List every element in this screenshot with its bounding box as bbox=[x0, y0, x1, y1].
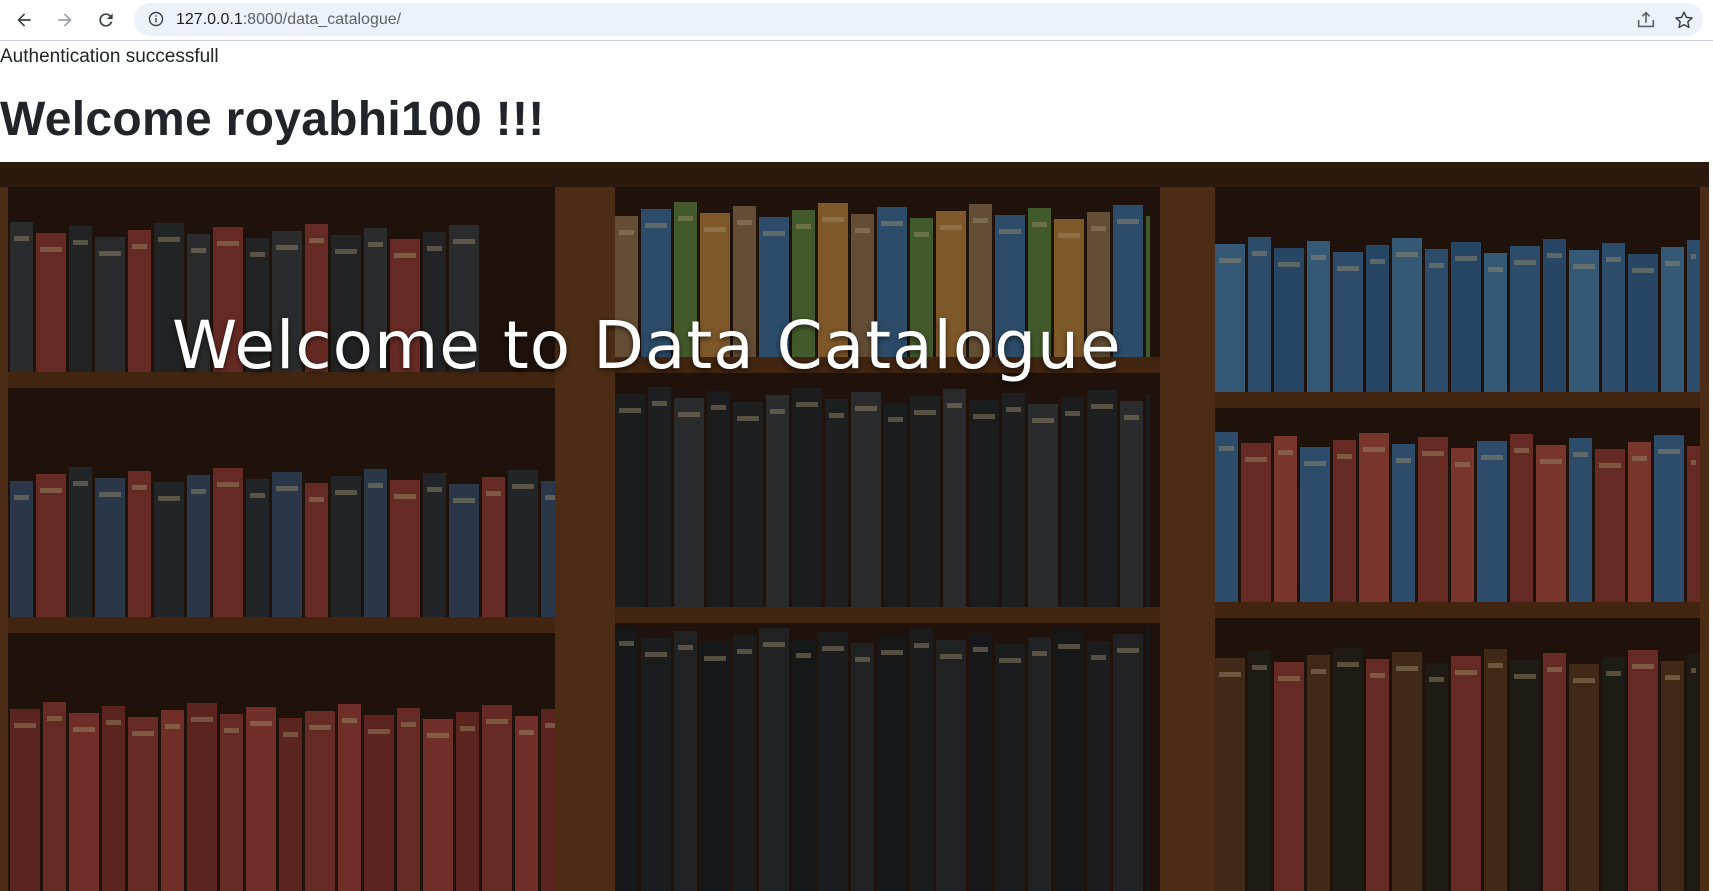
welcome-heading: Welcome royabhi100 !!! bbox=[0, 93, 545, 146]
forward-button[interactable] bbox=[51, 6, 79, 34]
reload-icon bbox=[99, 13, 113, 27]
url-text[interactable]: 127.0.0.1:8000/data_catalogue/ bbox=[176, 11, 401, 29]
info-icon[interactable] bbox=[148, 11, 164, 27]
hero-title: Welcome to Data Catalogue bbox=[172, 307, 1122, 384]
arrow-right-icon bbox=[58, 13, 72, 27]
back-button[interactable] bbox=[10, 6, 38, 34]
address-bar[interactable]: 127.0.0.1:8000/data_catalogue/ bbox=[134, 3, 1703, 36]
share-icon[interactable] bbox=[1635, 9, 1657, 31]
browser-toolbar: 127.0.0.1:8000/data_catalogue/ bbox=[0, 0, 1713, 41]
url-host: 127.0.0.1 bbox=[176, 11, 243, 28]
arrow-left-icon bbox=[17, 13, 31, 27]
star-icon[interactable] bbox=[1673, 9, 1695, 31]
hero-overlay bbox=[0, 162, 1709, 891]
reload-button[interactable] bbox=[92, 6, 120, 34]
url-path: :8000/data_catalogue/ bbox=[242, 11, 402, 28]
auth-status-message: Authentication successfull bbox=[0, 46, 219, 67]
hero-banner: Welcome to Data Catalogue bbox=[0, 162, 1709, 891]
